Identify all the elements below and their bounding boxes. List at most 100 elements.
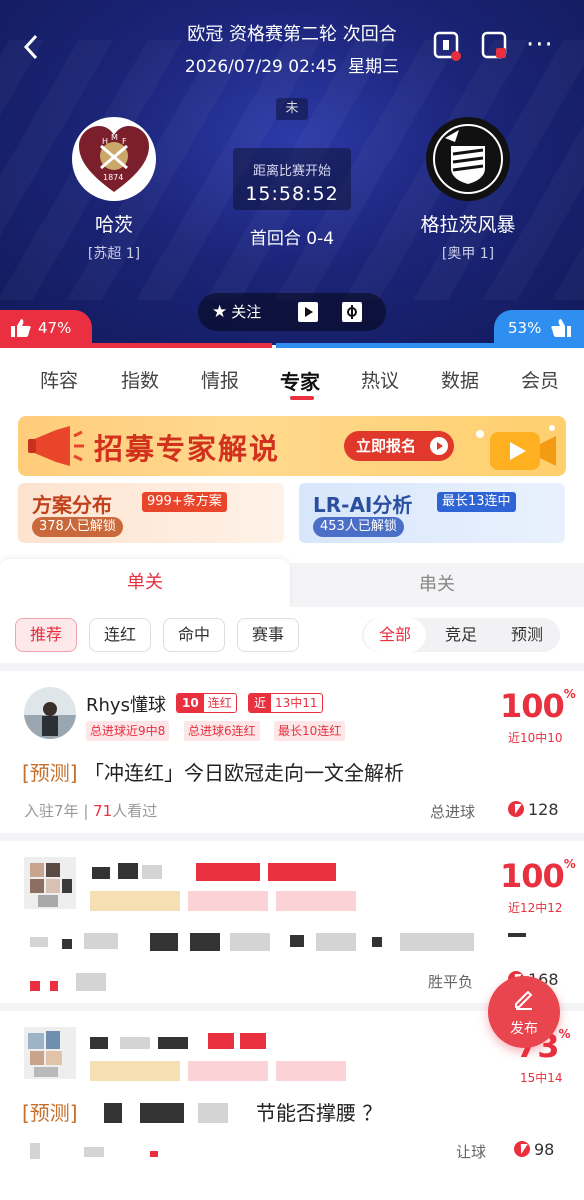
post-tag: [预测]: [22, 1101, 78, 1125]
redacted-block: [230, 933, 270, 951]
lineup-icon[interactable]: [432, 30, 462, 62]
flame-icon: [508, 801, 524, 817]
redacted-block: [90, 891, 180, 911]
redacted-block: [30, 937, 48, 947]
view-count: 71: [93, 802, 113, 820]
redacted-block: [268, 863, 336, 881]
megaphone-icon: [28, 426, 84, 466]
signup-button[interactable]: 立即报名: [344, 431, 454, 461]
live-pitch-icon[interactable]: [342, 302, 362, 322]
redacted-block: [290, 935, 304, 947]
redacted-block: [196, 863, 260, 881]
filter-streak[interactable]: 连红: [89, 618, 151, 652]
flame-icon: [514, 1141, 530, 1157]
countdown-time: 15:58:52: [245, 183, 339, 205]
match-status: 未: [276, 98, 308, 120]
post-title-text: 「冲连红」今日欧冠走向一文全解析: [83, 761, 404, 785]
redacted-block: [188, 891, 268, 911]
ai-analysis-card[interactable]: LR-AI分析 最长13连中 453人已解锁: [299, 483, 565, 543]
hit-rate-unit: %: [563, 857, 576, 871]
publish-button[interactable]: 发布: [488, 976, 560, 1048]
source-segment: 全部 竞足 预测: [362, 618, 560, 652]
segment-jingzu[interactable]: 竞足: [430, 618, 492, 652]
segment-all[interactable]: 全部: [364, 618, 426, 652]
heat-score: 128: [508, 800, 559, 819]
streak-badge: 10 连红: [176, 693, 237, 713]
redacted-block: [208, 1033, 234, 1049]
redacted-block: [104, 1103, 122, 1123]
plan-count-tag: 999+条方案: [142, 492, 227, 512]
tab-lineup[interactable]: 阵容: [40, 366, 78, 393]
tab-intel[interactable]: 情报: [201, 366, 239, 393]
away-vote[interactable]: 53%: [494, 310, 584, 345]
kickoff-countdown: 距离比赛开始 15:58:52: [233, 148, 351, 210]
filter-bar: 推荐 连红 命中 赛事 全部 竞足 预测: [0, 607, 584, 663]
plan-distribution-title: 方案分布: [32, 493, 112, 517]
arrow-right-icon: [430, 437, 448, 455]
tab-single[interactable]: 单关: [0, 559, 290, 607]
hit-rate-record: 近12中12: [508, 901, 563, 915]
home-vote[interactable]: 47%: [0, 310, 92, 345]
expert-post[interactable]: Rhys懂球 10 连红 近 13中11 总进球近9中8 总进球6连红 最长10连红…: [0, 663, 584, 833]
more-icon[interactable]: ···: [526, 30, 554, 60]
stat-pill: 总进球6连红: [184, 721, 260, 741]
tab-parlay[interactable]: 串关: [290, 563, 584, 607]
filter-hitrate[interactable]: 命中: [163, 618, 225, 652]
tab-odds[interactable]: 指数: [121, 366, 159, 393]
expert-post[interactable]: 100% 近12中12 胜平负 168: [0, 833, 584, 1003]
avatar[interactable]: [24, 857, 76, 909]
redacted-block: [76, 973, 106, 991]
away-vote-pct: 53%: [508, 319, 542, 337]
avatar[interactable]: [24, 687, 76, 739]
redacted-block: [84, 933, 118, 949]
recent-label: 近: [249, 694, 272, 712]
tab-member[interactable]: 会员: [521, 366, 559, 393]
plan-distribution-card[interactable]: 方案分布 999+条方案 378人已解锁: [18, 483, 284, 543]
hit-rate: 100%: [500, 857, 576, 895]
redacted-block: [400, 933, 474, 951]
video-play-icon[interactable]: [298, 302, 318, 322]
bet-type-tabs: 串关 单关: [0, 559, 584, 607]
match-tabs: 阵容 指数 情报 专家 热议 数据 会员: [0, 348, 584, 410]
ai-streak-tag: 最长13连中: [437, 492, 516, 512]
redacted-block: [150, 1151, 158, 1157]
redacted-block: [30, 1143, 40, 1159]
svg-text:1874: 1874: [103, 173, 123, 182]
redacted-block: [30, 981, 40, 991]
redacted-block: [84, 1147, 104, 1157]
tab-discussion[interactable]: 热议: [361, 366, 399, 393]
post-title-tail: 节能否撑腰 ？: [256, 1101, 383, 1125]
tab-data[interactable]: 数据: [441, 366, 479, 393]
redacted-block: [118, 863, 138, 879]
redacted-block: [140, 1103, 184, 1123]
recent-badge: 近 13中11: [248, 693, 323, 713]
follow-label: 关注: [231, 303, 262, 321]
recruit-banner[interactable]: 招募专家解说 立即报名: [18, 416, 566, 476]
tab-experts[interactable]: 专家: [280, 366, 320, 395]
home-team-logo: H M F 1874: [71, 116, 157, 202]
redacted-block: [372, 937, 382, 947]
share-card-icon[interactable]: [480, 30, 510, 62]
filter-event[interactable]: 赛事: [237, 618, 299, 652]
svg-text:M: M: [111, 133, 118, 142]
author-name[interactable]: Rhys懂球: [86, 691, 166, 717]
redacted-block: [276, 1061, 346, 1081]
segment-prediction[interactable]: 预测: [496, 618, 558, 652]
match-date: 2026/07/29 02:45: [184, 57, 338, 77]
redacted-block: [198, 1103, 228, 1123]
hit-rate-value: 100: [500, 857, 565, 895]
avatar[interactable]: [24, 1027, 76, 1079]
publish-label: 发布: [510, 1021, 538, 1037]
post-title[interactable]: [预测]: [22, 1097, 78, 1126]
star-icon: ★: [212, 302, 228, 322]
recent-value: 13中11: [275, 696, 318, 710]
view-label: 人看过: [112, 802, 158, 820]
banner-text: 招募专家解说: [94, 432, 281, 466]
post-title[interactable]: [预测] 「冲连红」今日欧冠走向一文全解析: [22, 757, 404, 786]
away-team[interactable]: 格拉茨风暴 [奥甲 1]: [388, 116, 548, 263]
redacted-block: [90, 1037, 108, 1049]
follow-button[interactable]: ★ 关注: [212, 293, 261, 331]
filter-recommended[interactable]: 推荐: [15, 618, 77, 652]
redacted-block: [190, 933, 220, 951]
joined-years: 入驻7年: [24, 802, 79, 820]
